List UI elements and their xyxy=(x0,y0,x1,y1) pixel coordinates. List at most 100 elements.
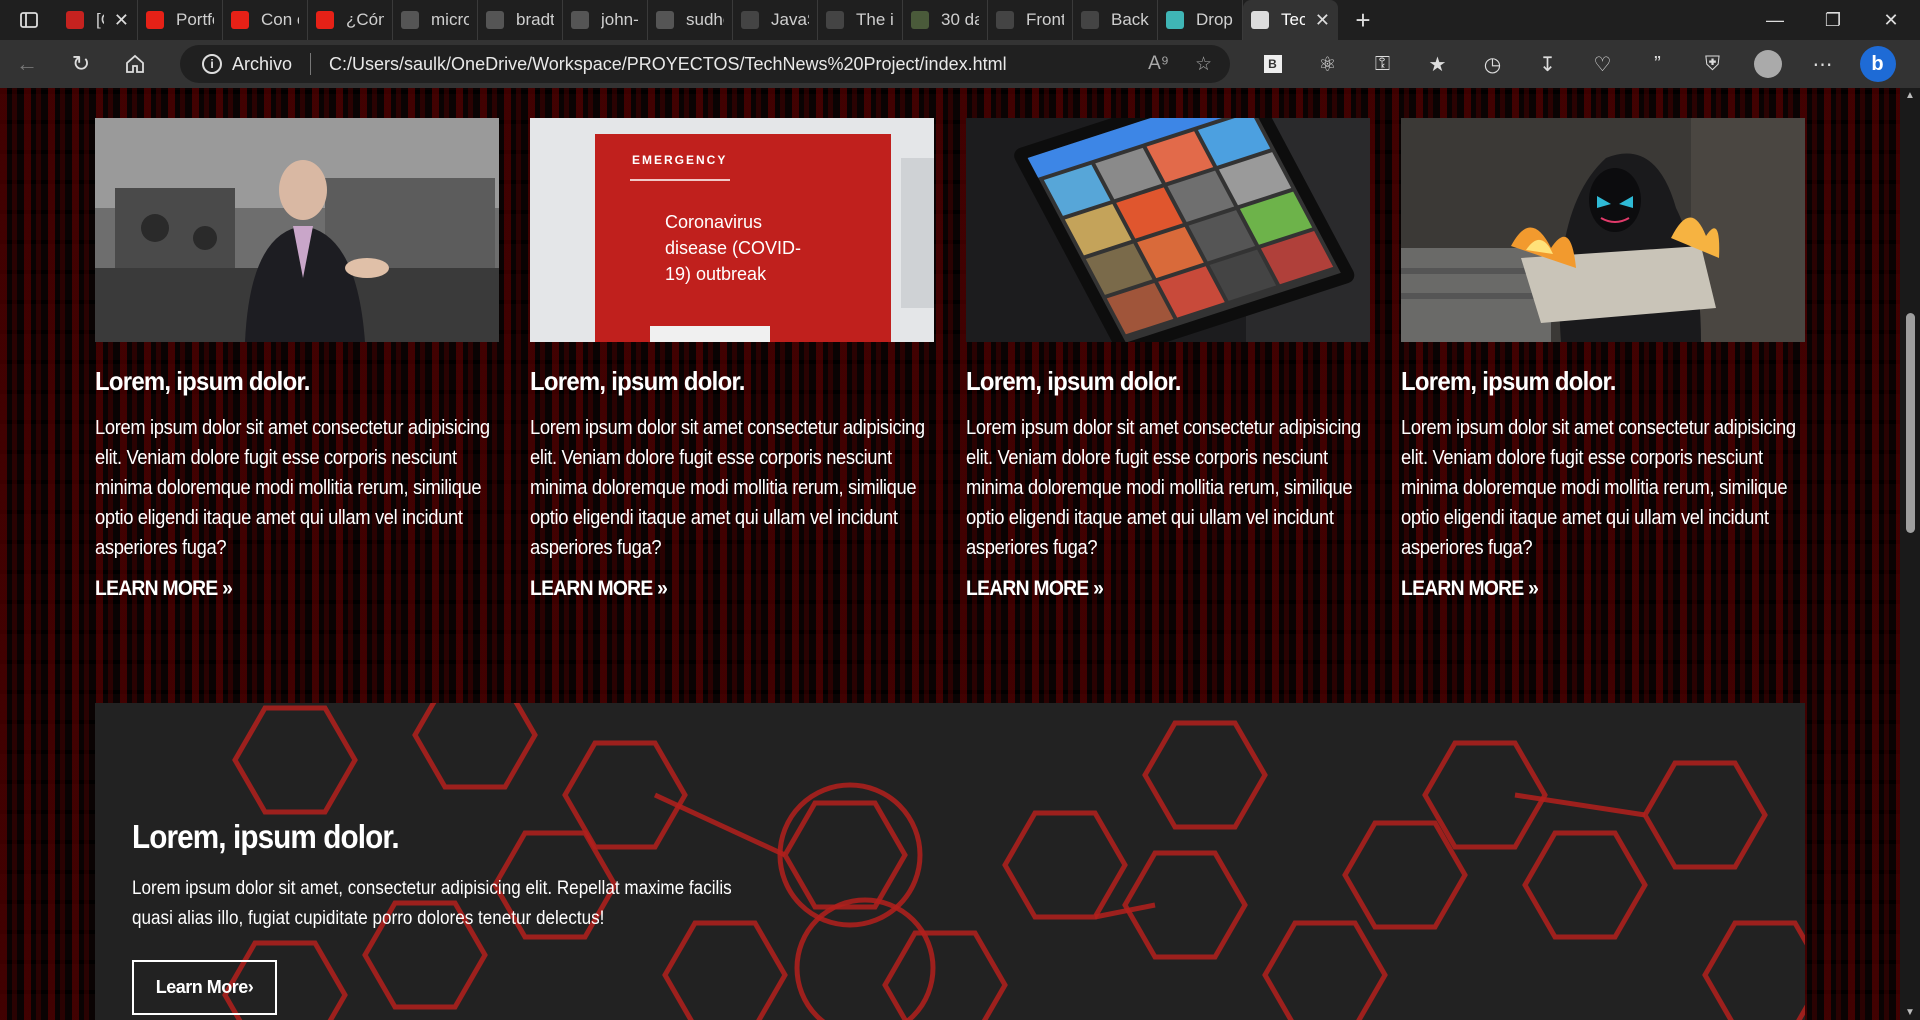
address-url[interactable]: C:/Users/saulk/OneDrive/Workspace/PROYEC… xyxy=(329,54,1007,75)
quote-icon[interactable]: ” xyxy=(1630,40,1685,88)
downloads-icon[interactable]: ↧ xyxy=(1520,40,1575,88)
browser-tab[interactable]: Frontend xyxy=(988,0,1073,40)
browser-tab[interactable]: Con este xyxy=(223,0,308,40)
minimize-button[interactable]: — xyxy=(1746,0,1804,40)
browser-tab[interactable]: Drop | N xyxy=(1158,0,1243,40)
tab-label: bradtrav xyxy=(516,10,554,29)
browser-tab[interactable]: bradtrav xyxy=(478,0,563,40)
news-card: Lorem, ipsum dolor. Lorem ipsum dolor si… xyxy=(965,118,1370,601)
svg-text:19) outbreak: 19) outbreak xyxy=(665,264,767,284)
browser-essentials-icon[interactable]: ⛨ xyxy=(1685,40,1740,88)
card-image-tablet xyxy=(965,118,1370,342)
learn-more-link[interactable]: Learn more » xyxy=(95,577,233,601)
browser-tab[interactable]: john-smi xyxy=(563,0,648,40)
browser-tab[interactable]: JavaScrip xyxy=(733,0,818,40)
browser-tab[interactable]: Portfolio xyxy=(138,0,223,40)
card-text: Lorem ipsum dolor sit amet consectetur a… xyxy=(1400,417,1796,559)
history-icon[interactable]: ◷ xyxy=(1465,40,1520,88)
youtube-icon xyxy=(146,11,164,29)
github-icon xyxy=(486,11,504,29)
profile-avatar[interactable] xyxy=(1740,40,1795,88)
extension-b-icon[interactable]: B xyxy=(1245,40,1300,88)
address-bar[interactable]: i Archivo C:/Users/saulk/OneDrive/Worksp… xyxy=(180,45,1230,83)
banner-learn-more-button[interactable]: Learn More › xyxy=(132,960,277,1015)
github-icon xyxy=(401,11,419,29)
banner-content: Lorem, ipsum dolor. Lorem ipsum dolor si… xyxy=(132,818,832,1015)
news-card: Lorem, ipsum dolor. Lorem ipsum dolor si… xyxy=(95,118,499,601)
restore-button[interactable]: ❐ xyxy=(1804,0,1862,40)
more-menu-icon[interactable]: ⋯ xyxy=(1795,40,1850,88)
browser-tab[interactable]: ¿Cómo c xyxy=(308,0,393,40)
page-scrollbar[interactable]: ▲ ▼ xyxy=(1900,88,1920,1020)
react-devtools-icon[interactable]: ⚛ xyxy=(1300,40,1355,88)
learn-more-link[interactable]: Learn more » xyxy=(530,577,668,601)
read-aloud-icon[interactable]: A⁹ xyxy=(1148,53,1169,75)
tab-actions-icon xyxy=(20,12,38,28)
tab-label: Drop | N xyxy=(1196,10,1234,29)
copilot-icon[interactable]: b xyxy=(1850,40,1905,88)
tab-label: ¿Cómo c xyxy=(346,10,384,29)
learn-more-label: Learn more xyxy=(965,577,1089,600)
extensions-icon[interactable]: ⚿ xyxy=(1355,40,1410,88)
double-chevron-right-icon: » xyxy=(657,577,668,600)
browser-toolbar: ← ↻ i Archivo C:/Users/saulk/OneDrive/Wo… xyxy=(0,40,1920,88)
promo-banner: Lorem, ipsum dolor. Lorem ipsum dolor si… xyxy=(95,703,1805,1020)
browser-tab[interactable]: microsof xyxy=(393,0,478,40)
browser-tab[interactable]: Backend xyxy=(1073,0,1158,40)
card-title: Lorem, ipsum dolor. xyxy=(95,366,310,396)
card-text: Lorem ipsum dolor sit amet consectetur a… xyxy=(965,417,1361,559)
page-icon xyxy=(1251,11,1269,29)
browser-tab[interactable]: The inter xyxy=(818,0,903,40)
tab-actions-button[interactable] xyxy=(0,0,58,40)
learn-more-label: Learn more xyxy=(530,577,653,600)
close-tab-icon[interactable]: ✕ xyxy=(114,10,129,31)
tab-label: Frontend xyxy=(1026,10,1064,29)
tab-label: Tech xyxy=(1281,10,1305,29)
scroll-up-arrow-icon[interactable]: ▲ xyxy=(1900,90,1920,101)
home-icon xyxy=(126,54,144,73)
covid-sign-top: EMERGENCY xyxy=(632,153,727,167)
performance-icon[interactable]: ♡ xyxy=(1575,40,1630,88)
info-icon[interactable]: i xyxy=(202,54,222,74)
browser-tab[interactable]: Tech ✕ xyxy=(1243,0,1338,40)
page-viewport: Lorem, ipsum dolor. Lorem ipsum dolor si… xyxy=(0,88,1900,1020)
card-title: Lorem, ipsum dolor. xyxy=(1400,366,1616,396)
browser-tab[interactable]: sudheerj xyxy=(648,0,733,40)
tab-label: microsof xyxy=(431,10,469,29)
tab-label: The inter xyxy=(856,10,894,29)
card-title: Lorem, ipsum dolor. xyxy=(965,366,1181,396)
home-button[interactable] xyxy=(108,40,162,88)
banner-text: Lorem ipsum dolor sit amet, consectetur … xyxy=(132,878,732,929)
scrollbar-thumb[interactable] xyxy=(1906,313,1915,533)
banner-title: Lorem, ipsum dolor. xyxy=(132,818,400,855)
close-window-button[interactable]: ✕ xyxy=(1862,0,1920,40)
thirty-icon xyxy=(741,11,759,29)
favorites-icon[interactable]: ★ xyxy=(1410,40,1465,88)
tab-label: john-smi xyxy=(601,10,639,29)
browser-tab[interactable]: 30 days c xyxy=(903,0,988,40)
learn-more-link[interactable]: Learn more » xyxy=(1401,577,1539,601)
back-button[interactable]: ← xyxy=(0,40,54,88)
tab-label: 30 days c xyxy=(941,10,979,29)
reload-button[interactable]: ↻ xyxy=(54,40,108,88)
news-card: EMERGENCY Coronavirus disease (COVID- 19… xyxy=(530,118,935,601)
svg-text:Coronavirus: Coronavirus xyxy=(665,212,762,232)
close-tab-icon[interactable]: ✕ xyxy=(1315,10,1330,31)
u-icon xyxy=(826,11,844,29)
github-icon xyxy=(571,11,589,29)
arrow-left-icon: ← xyxy=(16,51,38,76)
scroll-down-arrow-icon[interactable]: ▼ xyxy=(1900,1007,1920,1018)
card-text: Lorem ipsum dolor sit amet consectetur a… xyxy=(530,417,926,559)
reload-icon: ↻ xyxy=(71,51,91,76)
browser-tab[interactable]: [Git ✕ xyxy=(58,0,138,40)
banner-button-label: Learn More xyxy=(155,977,249,997)
tab-label: sudheerj xyxy=(686,10,724,29)
learn-more-label: Learn more xyxy=(95,577,218,600)
r-icon xyxy=(996,11,1014,29)
address-separator xyxy=(310,53,312,75)
tab-label: Con este xyxy=(261,10,299,29)
favorite-star-icon[interactable]: ☆ xyxy=(1195,53,1212,76)
chevron-right-icon: › xyxy=(247,977,254,997)
learn-more-link[interactable]: Learn more » xyxy=(965,577,1104,601)
new-tab-button[interactable]: + xyxy=(1338,5,1388,36)
